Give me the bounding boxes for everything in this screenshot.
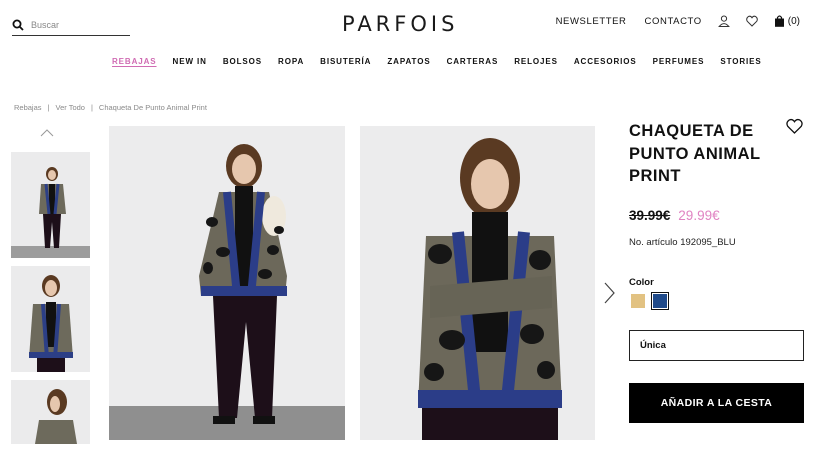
cart-button[interactable]: (0) bbox=[774, 15, 800, 27]
nav-item-new-in[interactable]: NEW IN bbox=[173, 57, 207, 66]
model-full-body-image bbox=[109, 126, 345, 440]
breadcrumb: Rebajas | Ver Todo | Chaqueta De Punto A… bbox=[14, 103, 207, 112]
product-title: CHAQUETA DE PUNTO ANIMAL PRINT bbox=[629, 122, 761, 185]
price-block: 39.99€ 29.99€ bbox=[629, 208, 720, 223]
model-side-thumbnail bbox=[11, 380, 90, 444]
account-button[interactable] bbox=[717, 15, 730, 27]
nav-item-carteras[interactable]: CARTERAS bbox=[447, 57, 499, 66]
chevron-right-icon[interactable] bbox=[603, 282, 615, 304]
bag-icon bbox=[774, 15, 784, 27]
nav-item-accesorios[interactable]: ACCESORIOS bbox=[574, 57, 637, 66]
sale-price: 29.99€ bbox=[678, 208, 720, 223]
search-bar[interactable] bbox=[12, 14, 130, 36]
product-photo-closeup[interactable] bbox=[360, 126, 595, 440]
thumbnail-1[interactable] bbox=[11, 152, 90, 258]
wishlist-button[interactable] bbox=[745, 15, 758, 27]
nav-item-perfumes[interactable]: PERFUMES bbox=[653, 57, 705, 66]
heart-icon bbox=[745, 15, 758, 27]
color-swatch-blue[interactable] bbox=[651, 292, 669, 310]
model-full-thumbnail bbox=[11, 152, 90, 258]
add-to-cart-button[interactable]: AÑADIR A LA CESTA bbox=[629, 383, 804, 423]
search-icon[interactable] bbox=[12, 19, 24, 31]
article-number: No. artículo 192095_BLU bbox=[629, 237, 736, 248]
thumbnail-3[interactable] bbox=[11, 380, 90, 444]
breadcrumb-separator: | bbox=[47, 103, 50, 112]
size-selector[interactable]: Única bbox=[629, 330, 804, 361]
nav-item-rebajas[interactable]: REBAJAS bbox=[112, 57, 157, 66]
nav-item-bisuteria[interactable]: BISUTERÍA bbox=[320, 57, 371, 66]
color-swatch-beige[interactable] bbox=[631, 294, 645, 308]
color-swatches bbox=[631, 292, 675, 310]
contact-link[interactable]: CONTACTO bbox=[645, 16, 702, 27]
nav-item-stories[interactable]: STORIES bbox=[720, 57, 761, 66]
breadcrumb-current: Chaqueta De Punto Animal Print bbox=[98, 103, 207, 112]
original-price: 39.99€ bbox=[629, 208, 671, 223]
nav-item-bolsos[interactable]: BOLSOS bbox=[223, 57, 262, 66]
breadcrumb-rebajas[interactable]: Rebajas bbox=[14, 103, 42, 112]
wishlist-heart-icon[interactable] bbox=[786, 118, 803, 134]
product-photo-full[interactable] bbox=[109, 126, 345, 440]
nav-item-relojes[interactable]: RELOJES bbox=[514, 57, 558, 66]
color-label: Color bbox=[629, 277, 654, 288]
search-input[interactable] bbox=[31, 19, 126, 30]
header-links: NEWSLETTER CONTACTO (0) bbox=[538, 15, 800, 27]
brand-logo[interactable]: PARFOIS bbox=[342, 12, 458, 36]
cart-count: (0) bbox=[787, 15, 800, 27]
main-nav: REBAJAS NEW IN BOLSOS ROPA BISUTERÍA ZAP… bbox=[112, 57, 778, 66]
breadcrumb-separator: | bbox=[90, 103, 93, 112]
nav-item-zapatos[interactable]: ZAPATOS bbox=[387, 57, 430, 66]
nav-item-ropa[interactable]: ROPA bbox=[278, 57, 304, 66]
model-cropped-thumbnail bbox=[11, 266, 90, 372]
user-icon bbox=[717, 15, 730, 27]
chevron-up-icon[interactable] bbox=[40, 128, 54, 138]
breadcrumb-ver-todo[interactable]: Ver Todo bbox=[55, 103, 84, 112]
model-closeup-image bbox=[360, 126, 595, 440]
newsletter-link[interactable]: NEWSLETTER bbox=[556, 16, 627, 27]
thumbnail-2[interactable] bbox=[11, 266, 90, 372]
